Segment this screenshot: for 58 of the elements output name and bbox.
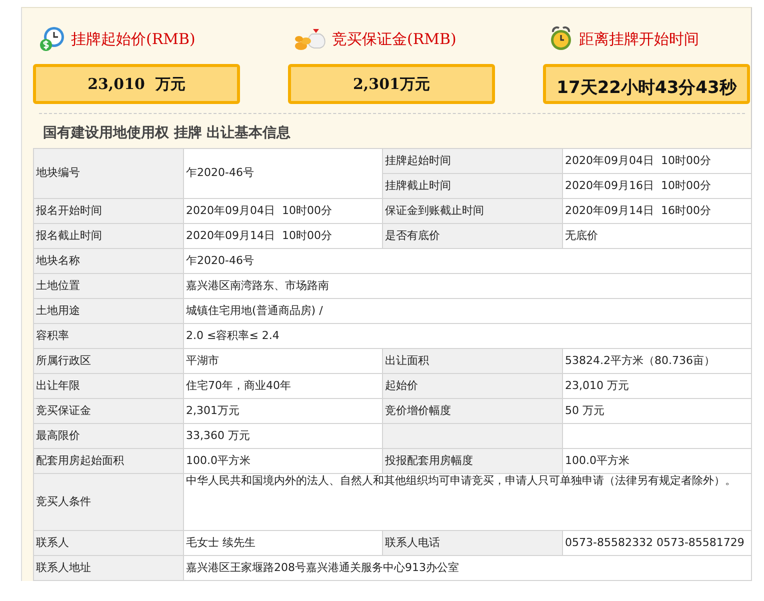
field-value: 0573-85582332 0573-85581729 — [562, 530, 752, 556]
field-value: 23,010 万元 — [562, 374, 752, 398]
field-label: 报名截止时间 — [34, 224, 184, 248]
field-label: 保证金到账截止时间 — [382, 198, 562, 224]
field-label: 是否有底价 — [382, 224, 562, 248]
field-label: 地块编号 — [34, 148, 184, 198]
field-value: 住宅70年，商业40年 — [184, 374, 382, 398]
field-value: 2,301万元 — [184, 398, 382, 424]
field-label: 容积率 — [34, 324, 184, 348]
field-value: 乍2020-46号 — [184, 248, 752, 274]
field-value: 2.0 ≤容积率≤ 2.4 — [184, 324, 752, 348]
field-label: 竞买人条件 — [34, 474, 184, 530]
field-label: 出让面积 — [382, 348, 562, 374]
field-label: 联系人 — [34, 530, 184, 556]
field-value: 中华人民共和国境内外的法人、自然人和其他组织均可申请竞买，申请人只可单独申请（法律另有规定者除外）。 — [184, 474, 752, 530]
field-value: 53824.2平方米（80.736亩） — [562, 348, 752, 374]
field-label: 竞买保证金 — [34, 398, 184, 424]
section-title: 国有建设用地使用权 挂牌 出让基本信息 — [42, 124, 292, 142]
field-label: 配套用房起始面积 — [34, 448, 184, 474]
field-value: 2020年09月16日 10时00分 — [562, 174, 752, 198]
field-label: 最高限价 — [34, 424, 184, 448]
card-title: 挂牌起始价(RMB) — [71, 30, 196, 48]
field-value: 2020年09月14日 16时00分 — [562, 198, 752, 224]
field-label: 挂牌起始时间 — [382, 148, 562, 174]
money-bag-coins-icon — [294, 26, 326, 52]
field-value: 无底价 — [562, 224, 752, 248]
field-value: 50 万元 — [562, 398, 752, 424]
card-title: 距离挂牌开始时间 — [579, 30, 699, 48]
countdown-value: 17天22小时43分43秒 — [543, 64, 750, 104]
field-label: 联系人地址 — [34, 556, 184, 580]
field-value: 嘉兴港区王家堰路208号嘉兴港通关服务中心913办公室 — [184, 556, 752, 580]
field-label: 挂牌截止时间 — [382, 174, 562, 198]
field-label: 所属行政区 — [34, 348, 184, 374]
alarm-clock-icon — [549, 26, 573, 52]
field-value: 100.0平方米 — [184, 448, 382, 474]
field-label: 投报配套用房幅度 — [382, 448, 562, 474]
field-label: 地块名称 — [34, 248, 184, 274]
field-value: 城镇住宅用地(普通商品房) / — [184, 298, 752, 324]
field-label: 报名开始时间 — [34, 198, 184, 224]
card-title: 竞买保证金(RMB) — [332, 30, 456, 48]
field-value: 33,360 万元 — [184, 424, 382, 448]
field-value: 嘉兴港区南湾路东、市场路南 — [184, 274, 752, 298]
field-label: 土地用途 — [34, 298, 184, 324]
field-value: 100.0平方米 — [562, 448, 752, 474]
clock-dollar-icon — [39, 26, 65, 52]
start-price-value: 23,010 万元 — [33, 64, 240, 104]
field-value: 毛女士 续先生 — [184, 530, 382, 556]
field-value: 2020年09月04日 10时00分 — [184, 198, 382, 224]
field-value: 2020年09月14日 10时00分 — [184, 224, 382, 248]
field-label: 联系人电话 — [382, 530, 562, 556]
field-label: 土地位置 — [34, 274, 184, 298]
field-label: 起始价 — [382, 374, 562, 398]
deposit-value: 2,301万元 — [288, 64, 495, 104]
field-label: 出让年限 — [34, 374, 184, 398]
field-label: 竞价增价幅度 — [382, 398, 562, 424]
field-value: 乍2020-46号 — [184, 148, 382, 198]
field-value: 平湖市 — [184, 348, 382, 374]
field-value: 2020年09月04日 10时00分 — [562, 148, 752, 174]
